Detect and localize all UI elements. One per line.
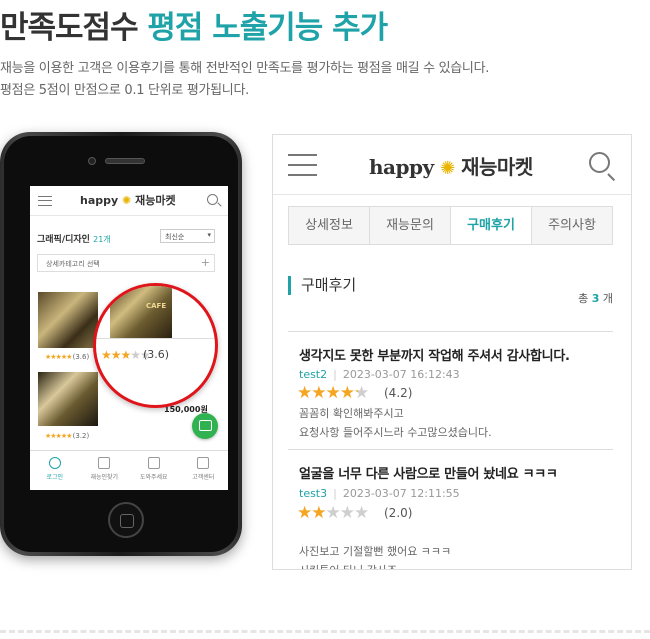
- lightbulb-icon: ✺: [440, 158, 455, 179]
- review-user: test2: [299, 368, 328, 381]
- empty-star-icon: ★★★: [325, 503, 369, 523]
- review-body-line: 요청사항 들어주시느라 수고많으셨습니다.: [299, 426, 492, 439]
- tab-login[interactable]: 로그인: [30, 451, 80, 490]
- home-button[interactable]: [108, 502, 144, 538]
- tab-label: 로그인: [46, 474, 64, 481]
- mobile-tab-bar: 로그인 재능인찾기 도와주세요 고객센터: [30, 450, 228, 490]
- book-icon: [197, 457, 210, 469]
- tab-find-talent[interactable]: 재능인찾기: [80, 451, 130, 490]
- tab-customer-center[interactable]: 고객센터: [179, 451, 229, 490]
- hamburger-icon[interactable]: [38, 196, 52, 206]
- tab-reviews[interactable]: 구매후기: [450, 207, 531, 244]
- review-title[interactable]: 생각지도 못한 부분까지 작업해 주셔서 감사합니다.: [299, 345, 570, 364]
- category-label: 그래픽/디자인: [37, 235, 90, 245]
- logo-text-en: happy: [80, 194, 119, 207]
- star-icon: ★★: [297, 503, 327, 523]
- review-star-rating: ★★★★★: [297, 503, 369, 523]
- magnified-thumbnail: CAFE: [110, 286, 172, 338]
- title-prefix: 만족도점수: [0, 10, 139, 46]
- lightbulb-icon: ✺: [122, 194, 132, 207]
- panel-header: happy ✺ 재능마켓: [273, 135, 631, 195]
- divider: [96, 338, 215, 339]
- camera-icon: [88, 157, 96, 165]
- product-rating: ★★★★★ (3.2): [45, 432, 90, 440]
- product-score: (3.6): [72, 353, 90, 361]
- product-thumbnail[interactable]: [38, 292, 98, 348]
- review-panel: happy ✺ 재능마켓 상세정보 재능문의 구매후기 주의사항 구매후기 총 …: [272, 134, 632, 570]
- user-icon: [48, 457, 61, 469]
- meta-separator: |: [333, 487, 337, 500]
- review-total: 총 3 개: [578, 290, 613, 306]
- tab-help-request[interactable]: 도와주세요: [129, 451, 179, 490]
- review-meta: test3 | 2023-03-07 12:11:55: [299, 487, 460, 500]
- product-thumbnail[interactable]: [38, 372, 98, 426]
- panel-logo[interactable]: happy ✺ 재능마켓: [369, 151, 533, 180]
- review-title[interactable]: 얼굴을 너무 다른 사람으로 만들어 놨네요 ㅋㅋㅋ: [299, 463, 558, 482]
- tab-label: 재능인찾기: [90, 474, 119, 481]
- tab-label: 고객센터: [192, 474, 215, 481]
- tab-notice[interactable]: 주의사항: [531, 207, 612, 244]
- total-suffix: 개: [602, 292, 613, 305]
- meta-separator: |: [333, 368, 337, 381]
- description: 재능을 이용한 고객은 이용후기를 통해 전반적인 만족도를 평가하는 평점을 …: [0, 58, 489, 102]
- edit-icon: [147, 457, 160, 469]
- sort-select[interactable]: 최신순: [160, 229, 215, 243]
- search-icon[interactable]: [207, 194, 218, 205]
- category-count: 21개: [93, 235, 111, 244]
- product-score: (3.2): [72, 432, 90, 440]
- description-line: 재능을 이용한 고객은 이용후기를 통해 전반적인 만족도를 평가하는 평점을 …: [0, 61, 490, 76]
- product-rating: ★★★★★ (3.6): [45, 353, 90, 361]
- section-divider: [0, 630, 650, 633]
- logo-text-en: happy: [369, 155, 434, 179]
- search-icon[interactable]: [589, 152, 610, 173]
- tab-details[interactable]: 상세정보: [289, 207, 369, 244]
- review-meta: test2 | 2023-03-07 16:12:43: [299, 368, 460, 381]
- review-date: 2023-03-07 12:11:55: [342, 487, 460, 500]
- total-prefix: 총: [578, 292, 589, 305]
- review-star-rating: ★★★★★★: [297, 383, 369, 403]
- total-count: 3: [591, 292, 600, 305]
- detail-tabs: 상세정보 재능문의 구매후기 주의사항: [288, 206, 613, 245]
- star-icon: ★★★★: [297, 383, 355, 403]
- section-title: 구매후기: [288, 276, 356, 295]
- tab-label: 도와주세요: [139, 474, 168, 481]
- partial-star-icon: ★★: [353, 383, 369, 403]
- subcategory-select[interactable]: 상세카테고리 선택: [37, 254, 215, 272]
- hamburger-icon[interactable]: [288, 154, 317, 176]
- review-body-line: 시킨투어 타니 감사죠: [299, 561, 451, 569]
- divider: [288, 331, 613, 332]
- tab-inquiry[interactable]: 재능문의: [369, 207, 450, 244]
- review-date: 2023-03-07 16:12:43: [342, 368, 460, 381]
- title-highlight: 평점 노출기능 추가: [147, 10, 388, 46]
- magnified-thumbnail-text: CAFE: [146, 302, 167, 310]
- review-score: (4.2): [384, 386, 413, 400]
- mobile-header: happy ✺ 재능마켓: [30, 186, 228, 216]
- review-body: 사진보고 기절할뻔 했어요 ㅋㅋㅋ 시킨투어 타니 감사죠: [299, 542, 452, 569]
- review-score: (2.0): [384, 506, 413, 520]
- chat-button[interactable]: [192, 413, 218, 439]
- rating-highlight-circle: CAFE ★★★★★ (3.6): [93, 283, 218, 408]
- magnified-score: (3.6): [143, 348, 170, 361]
- review-body: 꼼꼼히 확인해봐주시고 요청사항 들어주시느라 수고많으셨습니다.: [299, 404, 492, 442]
- divider: [288, 449, 613, 450]
- review-body-line: 사진보고 기절할뻔 했어요 ㅋㅋㅋ: [299, 545, 452, 558]
- review-body-line: 꼼꼼히 확인해봐주시고: [299, 407, 404, 420]
- speaker-grill: [105, 158, 145, 164]
- review-user: test3: [299, 487, 328, 500]
- mobile-logo[interactable]: happy ✺ 재능마켓: [80, 192, 176, 208]
- description-line: 평점은 5점이 만점으로 0.1 단위로 평가됩니다.: [0, 83, 249, 98]
- mobile-category-title: 그래픽/디자인 21개: [37, 232, 111, 245]
- hand-icon: [98, 457, 111, 469]
- page-title: 만족도점수 평점 노출기능 추가: [0, 2, 388, 47]
- logo-text-ko: 재능마켓: [461, 155, 533, 179]
- logo-text-ko: 재능마켓: [135, 194, 176, 207]
